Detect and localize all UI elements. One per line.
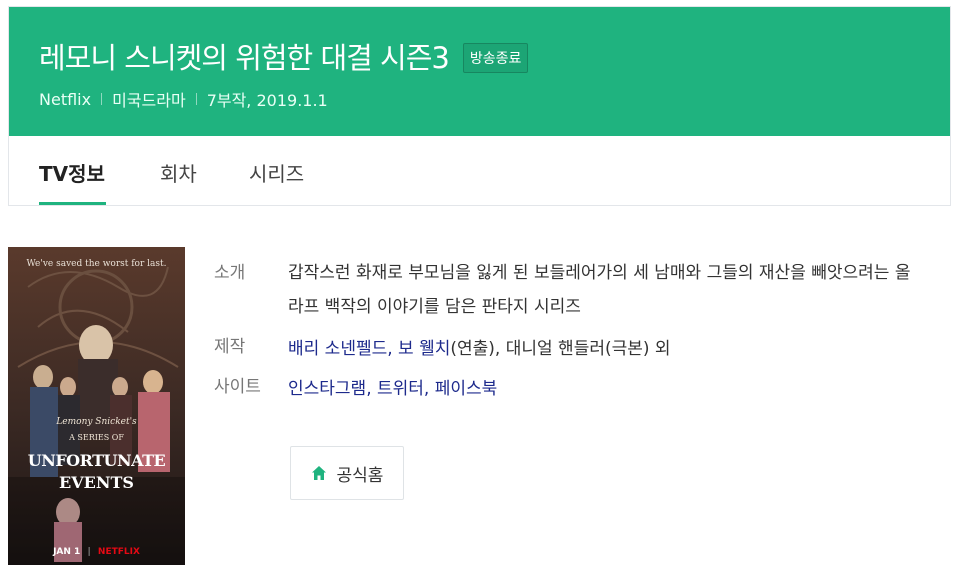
divider: | xyxy=(87,547,91,557)
title-row: 레모니 스니켓의 위험한 대결 시즌3 방송종료 xyxy=(39,35,529,77)
tab-series[interactable]: 시리즈 xyxy=(249,158,304,187)
poster-logo-title: UNFORTUNATE xyxy=(27,451,166,470)
poster-tagline: We've saved the worst for last. xyxy=(26,259,167,269)
home-icon xyxy=(311,466,326,480)
production-row: 제작 배리 소넨펠드, 보 웰치(연출), 대니얼 핸들러(극본) 외 xyxy=(214,332,934,366)
site-label: 사이트 xyxy=(214,377,261,397)
poster-footer: JAN 1 | NETFLIX xyxy=(8,547,185,557)
writer-role: (극본) 외 xyxy=(604,339,671,359)
poster-date: JAN 1 xyxy=(53,547,81,557)
active-tab-indicator xyxy=(39,202,106,205)
production-label: 제작 xyxy=(214,337,246,357)
poster-illustration xyxy=(8,247,185,565)
director-role: (연출), xyxy=(450,339,506,359)
intro-text: 갑작스런 화재로 부모님을 잃게 된 보들레어가의 세 남매와 그들의 재산을 … xyxy=(288,263,911,317)
director-links[interactable]: 배리 소넨펠드, 보 웰치 xyxy=(288,339,450,359)
site-row: 사이트 인스타그램, 트위터, 페이스북 xyxy=(214,372,934,406)
meta-row: Netflix 미국드라마 7부작, 2019.1.1 xyxy=(39,87,328,111)
intro-row: 소개 갑작스런 화재로 부모님을 잃게 된 보들레어가의 세 남매와 그들의 재… xyxy=(214,256,934,324)
netflix-logo: NETFLIX xyxy=(97,547,140,557)
poster-image[interactable]: We've saved the worst for last. Lemony S… xyxy=(8,247,185,565)
writer-name: 대니얼 핸들러 xyxy=(505,339,605,359)
official-home-button[interactable]: 공식홈 xyxy=(290,446,404,500)
tab-bar: TV정보 회차 시리즈 xyxy=(9,136,950,206)
tab-episodes[interactable]: 회차 xyxy=(160,158,197,187)
episode-date-text: 7부작, 2019.1.1 xyxy=(206,91,328,110)
divider xyxy=(195,93,197,105)
page-title: 레모니 스니켓의 위험한 대결 시즌3 xyxy=(39,41,450,75)
poster-logo-series: A SERIES OF xyxy=(69,433,124,442)
genre-text: 미국드라마 xyxy=(112,91,186,110)
social-links[interactable]: 인스타그램, 트위터, 페이스북 xyxy=(288,379,497,399)
intro-label: 소개 xyxy=(214,263,246,283)
poster-logo-title-2: EVENTS xyxy=(59,473,134,492)
divider xyxy=(101,93,103,105)
title-header: 레모니 스니켓의 위험한 대결 시즌3 방송종료 Netflix 미국드라마 7… xyxy=(9,7,950,136)
tab-tv-info[interactable]: TV정보 xyxy=(39,158,105,187)
tv-info-card: 레모니 스니켓의 위험한 대결 시즌3 방송종료 Netflix 미국드라마 7… xyxy=(8,6,951,206)
site-value: 인스타그램, 트위터, 페이스북 xyxy=(288,372,918,406)
status-badge: 방송종료 xyxy=(462,43,529,73)
official-home-label: 공식홈 xyxy=(336,465,384,486)
poster-logo-author: Lemony Snicket's xyxy=(56,417,137,427)
network-text: Netflix xyxy=(39,89,92,109)
production-value: 배리 소넨펠드, 보 웰치(연출), 대니얼 핸들러(극본) 외 xyxy=(288,332,918,366)
info-list: 소개 갑작스런 화재로 부모님을 잃게 된 보들레어가의 세 남매와 그들의 재… xyxy=(214,256,934,406)
